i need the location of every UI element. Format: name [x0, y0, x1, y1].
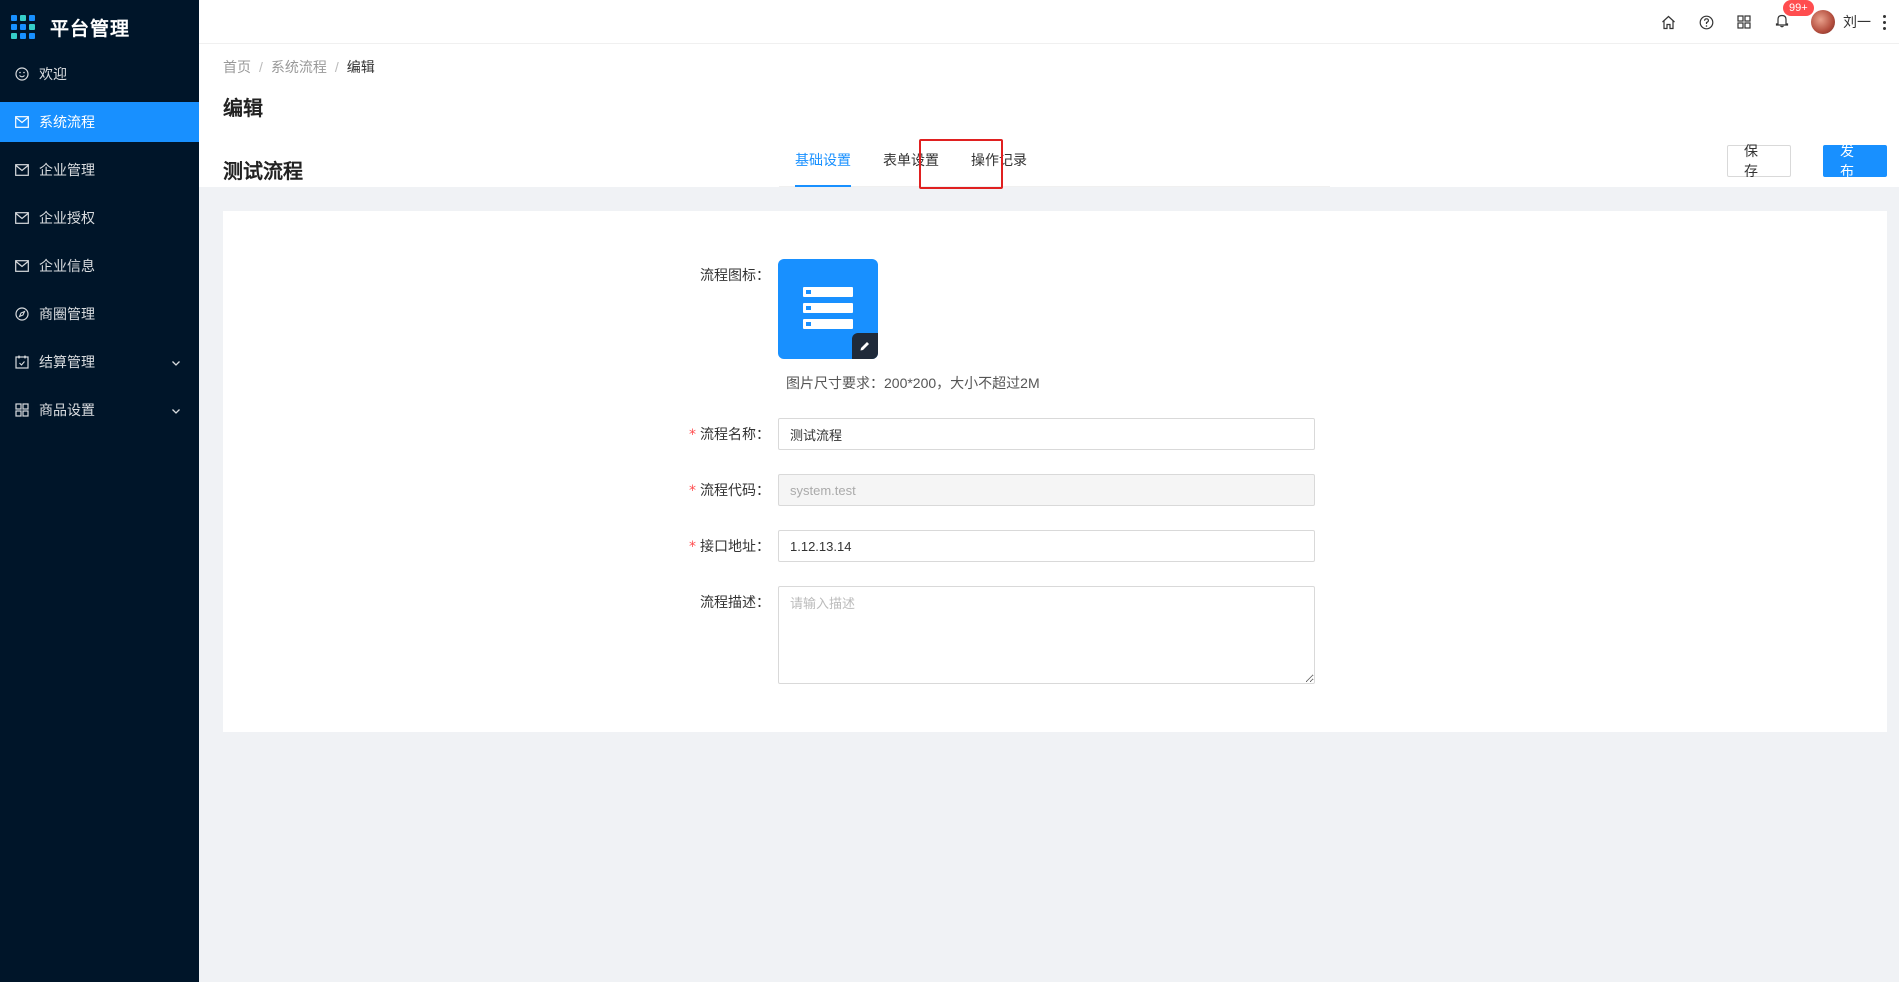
icon-label: 流程图标：: [700, 267, 770, 283]
logo[interactable]: 平台管理: [0, 0, 199, 54]
page-header: 首页 / 系统流程 / 编辑 编辑 测试流程 基础设置 表单设置 操作记录 保存 发布: [199, 44, 1899, 187]
sidebar-item-label: 商品设置: [39, 402, 95, 418]
avatar: [1811, 10, 1835, 34]
description-textarea[interactable]: [778, 586, 1315, 684]
tabs: 基础设置 表单设置 操作记录: [779, 140, 1330, 187]
sidebar-item-label: 企业管理: [39, 162, 95, 178]
sidebar-item-label: 商圈管理: [39, 306, 95, 322]
compass-icon: [15, 307, 29, 321]
save-button[interactable]: 保存: [1727, 143, 1791, 179]
sidebar-menu: 欢迎 系统流程 企业管理 企业授权 企业信息 商圈管理 结算管理 商品设置: [0, 54, 199, 430]
notification-bell[interactable]: 99+: [1763, 0, 1814, 44]
help-icon[interactable]: [1687, 0, 1725, 44]
icon-size-hint: 图片尺寸要求：200*200，大小不超过2M: [786, 375, 1040, 391]
appstore-icon[interactable]: [1725, 0, 1763, 44]
appstore-icon: [15, 403, 29, 417]
sidebar-item-business-district[interactable]: 商圈管理: [0, 294, 199, 334]
flow-code-input: [778, 474, 1315, 506]
top-header: 99+ 刘一: [199, 0, 1899, 44]
code-label: * 流程代码：: [689, 482, 770, 499]
sidebar-item-welcome[interactable]: 欢迎: [0, 54, 199, 94]
list-icon: [803, 286, 853, 332]
form-row-name: * 流程名称：: [223, 418, 1315, 451]
calendar-icon: [15, 355, 29, 369]
form-card: 流程图标： 图片尺寸要求：200*200，大小不超过2M *流程名称： *流程代…: [223, 211, 1887, 732]
publish-button[interactable]: 发布: [1823, 143, 1887, 179]
smile-icon: [15, 67, 29, 81]
breadcrumb-current: 编辑: [346, 59, 375, 75]
more-vertical-icon[interactable]: [1883, 14, 1887, 30]
sidebar: 平台管理 欢迎 系统流程 企业管理 企业授权 企业信息 商圈管理 结算管理 商品…: [0, 0, 199, 982]
tab-basic-settings[interactable]: 基础设置: [779, 140, 867, 187]
sidebar-item-settlement[interactable]: 结算管理: [0, 342, 199, 382]
mail-icon: [15, 211, 29, 225]
flow-icon-upload[interactable]: [778, 259, 878, 359]
sidebar-item-label: 欢迎: [39, 66, 67, 82]
mail-icon: [15, 115, 29, 129]
flow-name-heading: 测试流程: [223, 161, 303, 183]
sidebar-item-label: 企业授权: [39, 210, 95, 226]
sidebar-item-label: 结算管理: [39, 354, 95, 370]
sidebar-item-enterprise-info[interactable]: 企业信息: [0, 246, 199, 286]
breadcrumb-home[interactable]: 首页: [223, 59, 251, 75]
mail-icon: [15, 259, 29, 273]
user-menu[interactable]: 刘一: [1811, 10, 1871, 34]
form-row-code: * 流程代码：: [223, 474, 1315, 507]
breadcrumb: 首页 / 系统流程 / 编辑: [223, 59, 375, 75]
sidebar-item-label: 系统流程: [39, 114, 95, 130]
api-address-input[interactable]: [778, 530, 1315, 562]
chevron-down-icon: [171, 403, 181, 419]
edit-icon[interactable]: [852, 333, 878, 359]
page-title: 编辑: [223, 98, 263, 120]
app-title: 平台管理: [50, 18, 131, 40]
app-grid-icon: [11, 15, 35, 39]
chevron-down-icon: [171, 355, 181, 371]
bell-icon: [1775, 13, 1789, 31]
tab-operation-log[interactable]: 操作记录: [955, 140, 1043, 187]
home-icon[interactable]: [1649, 0, 1687, 44]
description-label: 流程描述：: [700, 594, 770, 610]
sidebar-item-product-settings[interactable]: 商品设置: [0, 390, 199, 430]
tab-form-settings[interactable]: 表单设置: [867, 140, 955, 187]
form-row-api: * 接口地址：: [223, 530, 1315, 563]
sidebar-item-label: 企业信息: [39, 258, 95, 274]
sidebar-item-enterprise-management[interactable]: 企业管理: [0, 150, 199, 190]
breadcrumb-parent[interactable]: 系统流程: [271, 59, 327, 75]
name-label: * 流程名称：: [689, 426, 770, 443]
form-row-description: 流程描述：: [223, 586, 1315, 684]
sidebar-item-system-flow[interactable]: 系统流程: [0, 102, 199, 142]
notification-badge: 99+: [1783, 0, 1814, 16]
mail-icon: [15, 163, 29, 177]
sidebar-item-enterprise-authorization[interactable]: 企业授权: [0, 198, 199, 238]
user-name: 刘一: [1843, 14, 1871, 30]
form-row-icon: 流程图标：: [223, 259, 878, 359]
api-label: * 接口地址：: [689, 538, 770, 555]
header-actions: 99+ 刘一: [1649, 0, 1887, 44]
flow-name-input[interactable]: [778, 418, 1315, 450]
